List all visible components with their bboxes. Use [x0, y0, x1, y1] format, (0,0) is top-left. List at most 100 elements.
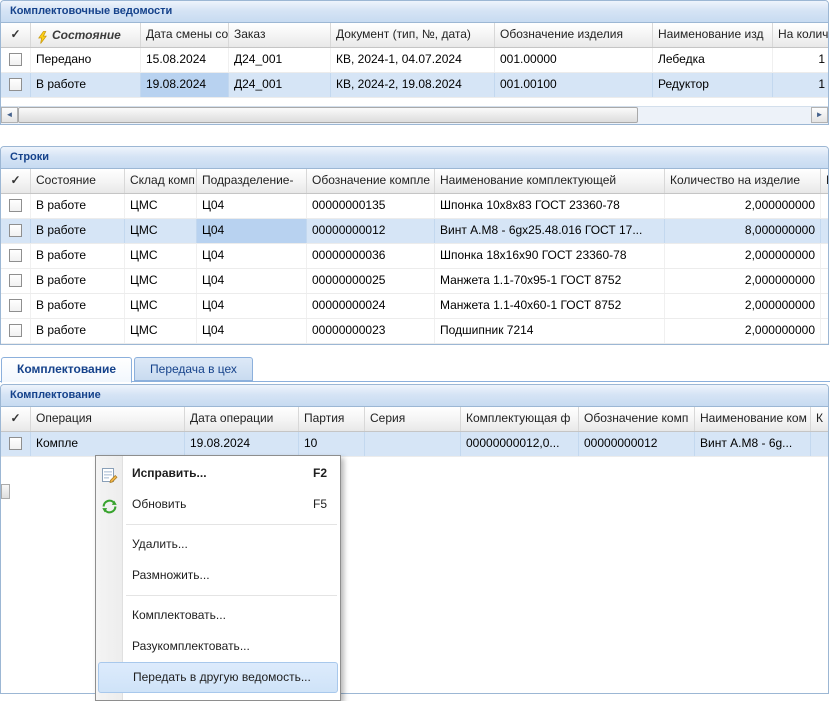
vedomosti-row-1[interactable]: Передано 15.08.2024 Д24_001 КВ, 2024-1, …	[1, 48, 828, 73]
cell-k	[821, 269, 829, 293]
row-checkbox[interactable]	[9, 274, 22, 287]
row-checkbox[interactable]	[9, 249, 22, 262]
cell-podr: Ц04	[197, 244, 307, 268]
menu-item-duplicate[interactable]: Размножить...	[96, 560, 340, 591]
edit-icon	[101, 465, 118, 482]
cell-k	[821, 194, 829, 218]
context-menu: Исправить... F2 Обновить F5 Удалить... Р…	[95, 455, 341, 701]
row-checkbox[interactable]	[9, 53, 22, 66]
vedomosti-col-date[interactable]: Дата смены сост	[141, 23, 229, 47]
stroki-col-sklad[interactable]: Склад комп	[125, 169, 197, 193]
komplektovanie-col-k[interactable]: К	[811, 407, 829, 431]
stroki-row-3[interactable]: В работе ЦМС Ц04 00000000036 Шпонка 18x1…	[1, 244, 828, 269]
komplektovanie-col-fact[interactable]: Комплектующая ф	[461, 407, 579, 431]
menu-shortcut: F2	[313, 458, 327, 489]
komplektovanie-row-1-selected[interactable]: Компле 19.08.2024 10 00000000012,0... 00…	[1, 432, 828, 457]
cell-party: 10	[299, 432, 365, 456]
scrollbar-thumb[interactable]	[18, 107, 638, 123]
stroki-row-4[interactable]: В работе ЦМС Ц04 00000000025 Манжета 1.1…	[1, 269, 828, 294]
komplektovanie-col-oboz[interactable]: Обозначение комп	[579, 407, 695, 431]
cell-qty: 1	[773, 73, 829, 97]
row-checkbox[interactable]	[9, 437, 22, 450]
menu-item-edit[interactable]: Исправить... F2	[96, 458, 340, 489]
vedomosti-col-state[interactable]: Состояние	[31, 23, 141, 47]
row-checkbox[interactable]	[9, 199, 22, 212]
cell-doc: КВ, 2024-1, 04.07.2024	[331, 48, 495, 72]
cell-podr-focused: Ц04	[197, 219, 307, 243]
tab-bar: Комплектование Передача в цех	[0, 357, 830, 383]
row-checkbox-cell	[1, 194, 31, 218]
row-checkbox[interactable]	[9, 324, 22, 337]
cell-oboz: 00000000135	[307, 194, 435, 218]
vedomosti-col-order[interactable]: Заказ	[229, 23, 331, 47]
row-checkbox-cell	[1, 73, 31, 97]
menu-shortcut: F5	[313, 489, 327, 520]
stroki-col-oboz[interactable]: Обозначение компле	[307, 169, 435, 193]
cell-sklad: ЦМС	[125, 294, 197, 318]
vedomosti-select-all-column[interactable]: ✓	[1, 23, 31, 47]
row-checkbox-cell	[1, 48, 31, 72]
scrollbar-button[interactable]	[1, 484, 10, 499]
vedomosti-horizontal-scrollbar[interactable]: ◄ ►	[1, 106, 828, 124]
menu-item-razukomplektovat[interactable]: Разукомплектовать...	[96, 631, 340, 662]
komplektovanie-col-naim[interactable]: Наименование ком	[695, 407, 811, 431]
stroki-row-6[interactable]: В работе ЦМС Ц04 00000000023 Подшипник 7…	[1, 319, 828, 344]
row-checkbox[interactable]	[9, 78, 22, 91]
cell-fact: 00000000012,0...	[461, 432, 579, 456]
row-checkbox-cell	[1, 244, 31, 268]
cell-code: 001.00100	[495, 73, 653, 97]
stroki-row-5[interactable]: В работе ЦМС Ц04 00000000024 Манжета 1.1…	[1, 294, 828, 319]
komplektovanie-select-all-column[interactable]: ✓	[1, 407, 31, 431]
cell-k	[821, 294, 829, 318]
vedomosti-header-row: ✓ Состояние Дата смены сост Заказ Докуме…	[1, 23, 828, 48]
cell-state: В работе	[31, 319, 125, 343]
menu-item-label: Передать в другую ведомость...	[133, 670, 311, 684]
menu-item-label: Исправить...	[132, 466, 207, 480]
cell-name: Редуктор	[653, 73, 773, 97]
panel-komplektovanie-title: Комплектование	[1, 385, 828, 407]
menu-item-delete[interactable]: Удалить...	[96, 529, 340, 560]
cell-naim: Подшипник 7214	[435, 319, 665, 343]
komplektovanie-col-op[interactable]: Операция	[31, 407, 185, 431]
stroki-col-naim[interactable]: Наименование комплектующей	[435, 169, 665, 193]
row-checkbox-cell	[1, 269, 31, 293]
cell-podr: Ц04	[197, 294, 307, 318]
stroki-col-k[interactable]: К	[821, 169, 829, 193]
menu-item-peredat-v-druguyu-vedomost[interactable]: Передать в другую ведомость...	[98, 662, 338, 693]
panel-vedomosti-title: Комплектовочные ведомости	[1, 1, 828, 23]
cell-k	[821, 244, 829, 268]
tab-peredacha-v-ceh[interactable]: Передача в цех	[134, 357, 253, 381]
menu-item-refresh[interactable]: Обновить F5	[96, 489, 340, 520]
scroll-left-arrow-icon[interactable]: ◄	[1, 107, 18, 123]
row-checkbox[interactable]	[9, 224, 22, 237]
stroki-col-state[interactable]: Состояние	[31, 169, 125, 193]
komplektovanie-col-date[interactable]: Дата операции	[185, 407, 299, 431]
cell-naim: Манжета 1.1-40x60-1 ГОСТ 8752	[435, 294, 665, 318]
vedomosti-col-qty[interactable]: На колич	[773, 23, 829, 47]
stroki-col-qty[interactable]: Количество на изделие	[665, 169, 821, 193]
stroki-row-1[interactable]: В работе ЦМС Ц04 00000000135 Шпонка 10x8…	[1, 194, 828, 219]
menu-item-label: Размножить...	[132, 568, 210, 582]
cell-oboz: 00000000024	[307, 294, 435, 318]
tab-komplektovanie[interactable]: Комплектование	[1, 357, 132, 383]
komplektovanie-header-row: ✓ Операция Дата операции Партия Серия Ко…	[1, 407, 828, 432]
komplektovanie-col-seria[interactable]: Серия	[365, 407, 461, 431]
menu-separator	[96, 520, 340, 529]
stroki-row-2-selected[interactable]: В работе ЦМС Ц04 00000000012 Винт А.М8 -…	[1, 219, 828, 244]
menu-item-label: Удалить...	[132, 537, 188, 551]
vedomosti-col-doc[interactable]: Документ (тип, №, дата)	[331, 23, 495, 47]
stroki-select-all-column[interactable]: ✓	[1, 169, 31, 193]
cell-seria	[365, 432, 461, 456]
vedomosti-col-code[interactable]: Обозначение изделия	[495, 23, 653, 47]
cell-state: В работе	[31, 294, 125, 318]
cell-qty: 2,000000000	[665, 269, 821, 293]
stroki-col-podr[interactable]: Подразделение-	[197, 169, 307, 193]
komplektovanie-col-party[interactable]: Партия	[299, 407, 365, 431]
cell-sklad: ЦМС	[125, 319, 197, 343]
row-checkbox[interactable]	[9, 299, 22, 312]
vedomosti-row-2-selected[interactable]: В работе 19.08.2024 Д24_001 КВ, 2024-2, …	[1, 73, 828, 98]
cell-oboz: 00000000036	[307, 244, 435, 268]
vedomosti-col-name[interactable]: Наименование изд	[653, 23, 773, 47]
menu-item-komplektovat[interactable]: Комплектовать...	[96, 600, 340, 631]
scroll-right-arrow-icon[interactable]: ►	[811, 107, 828, 123]
